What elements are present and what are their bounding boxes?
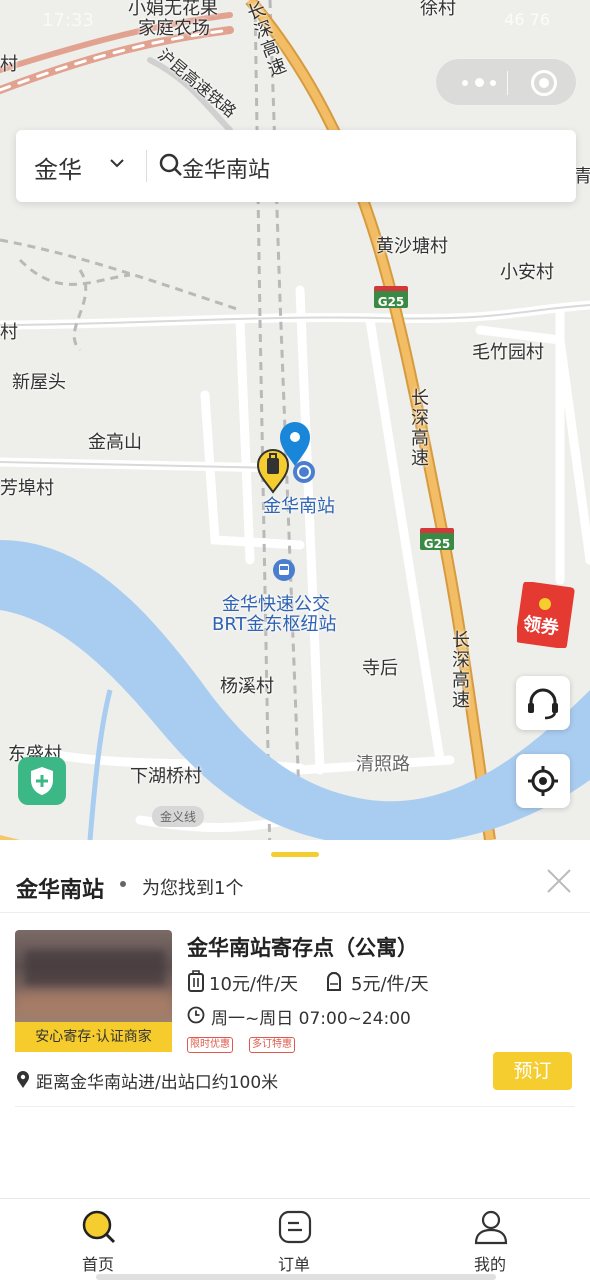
map-label: 长深高速 (449, 630, 470, 710)
book-button[interactable]: 预订 (493, 1052, 572, 1090)
sheet-drag-handle[interactable] (271, 852, 319, 857)
status-time: 17:33 (42, 10, 94, 31)
more-icon[interactable] (462, 77, 496, 89)
search-bar: 金华 金华南站 (16, 130, 576, 202)
suitcase-icon (188, 970, 204, 992)
map-label: 芳埠村 (0, 478, 54, 499)
map-label: 清照路 (356, 754, 410, 775)
tab-orders[interactable]: 订单 (234, 1199, 354, 1280)
promo-tag: 多订特惠 (249, 1037, 295, 1053)
coupon-button[interactable]: 领券 (515, 581, 577, 649)
divider (15, 1106, 575, 1107)
distance-text: 距离金华南站进/出站口约100米 (36, 1073, 279, 1093)
results-sheet: 金华南站 为您找到1个 安心寄存·认证商家 金华南站寄存点（公寓） 10元/件/… (0, 840, 590, 1198)
map-label: 下湖桥村 (130, 766, 202, 787)
map-label: 村 (0, 322, 18, 343)
status-indicators: 46 76 (504, 10, 550, 29)
miniprogram-capsule (435, 58, 577, 106)
map-label: 村 (0, 54, 18, 75)
highway-shield: G25 (420, 528, 454, 551)
headset-icon (528, 688, 558, 720)
search-divider (146, 150, 147, 182)
map-label-station: 金华南站 (263, 496, 335, 517)
location-marker-icon (17, 1071, 29, 1088)
map-label: 新屋头 (12, 372, 66, 393)
divider (0, 912, 590, 913)
status-bar: 17:33 46 76 (0, 0, 590, 44)
map-label: 长深高速 (408, 388, 429, 468)
tab-home[interactable]: 首页 (38, 1199, 158, 1280)
map-label: 杨溪村 (220, 676, 274, 697)
city-selector[interactable]: 金华 (34, 150, 82, 185)
road-badge: 金义线 (152, 806, 205, 827)
tab-label: 我的 (473, 1255, 506, 1274)
map-label: 小安村 (500, 262, 554, 283)
separator-dot (120, 881, 126, 887)
map-label-brt: BRT金东枢纽站 (212, 614, 337, 635)
results-title: 金华南站 (16, 878, 105, 903)
certified-badge: 安心寄存·认证商家 (15, 1022, 172, 1052)
tab-label: 首页 (81, 1255, 114, 1274)
crosshair-icon (528, 766, 558, 796)
suitcase-price: 10元/件/天 (209, 974, 299, 995)
highway-shield: G25 (374, 286, 408, 309)
tab-bar: 首页 订单 我的 (0, 1198, 590, 1280)
promo-tag: 限时优惠 (187, 1037, 233, 1053)
order-icon (278, 1210, 312, 1244)
gesture-bar (96, 1274, 496, 1280)
map-label: 金高山 (88, 432, 142, 453)
map-label: 毛竹园村 (472, 342, 544, 363)
shield-icon (31, 767, 53, 795)
map-label: 青 (574, 166, 590, 187)
profile-icon (474, 1210, 508, 1245)
safety-button[interactable] (18, 757, 66, 805)
search-input[interactable]: 金华南站 (182, 152, 270, 184)
backpack-price: 5元/件/天 (351, 974, 429, 995)
opening-hours: 周一~周日 07:00~24:00 (211, 1009, 411, 1029)
capsule-divider (507, 71, 508, 95)
bus-station-icon (273, 559, 295, 581)
exit-miniprogram-icon[interactable] (531, 70, 557, 96)
tab-profile[interactable]: 我的 (430, 1199, 550, 1280)
store-name[interactable]: 金华南站寄存点（公寓） (187, 932, 418, 962)
close-icon[interactable] (546, 868, 572, 894)
locate-me-button[interactable] (516, 754, 570, 808)
clock-icon (187, 1006, 205, 1024)
backpack-icon (327, 972, 341, 991)
search-icon (159, 153, 182, 176)
customer-service-button[interactable] (516, 676, 570, 730)
map-view[interactable]: 小娟无花果 家庭农场 徐村 沪昆高速铁路 长深高速 黄沙塘村 小安村 毛竹园村 … (0, 0, 590, 860)
train-station-icon (293, 461, 315, 483)
map-label: 黄沙塘村 (376, 236, 448, 257)
map-label: 寺后 (362, 658, 398, 679)
tab-label: 订单 (277, 1255, 310, 1274)
chevron-down-icon[interactable] (110, 156, 124, 170)
results-count: 为您找到1个 (142, 878, 244, 899)
coupon-label: 领券 (521, 613, 561, 640)
search-icon (82, 1210, 116, 1244)
